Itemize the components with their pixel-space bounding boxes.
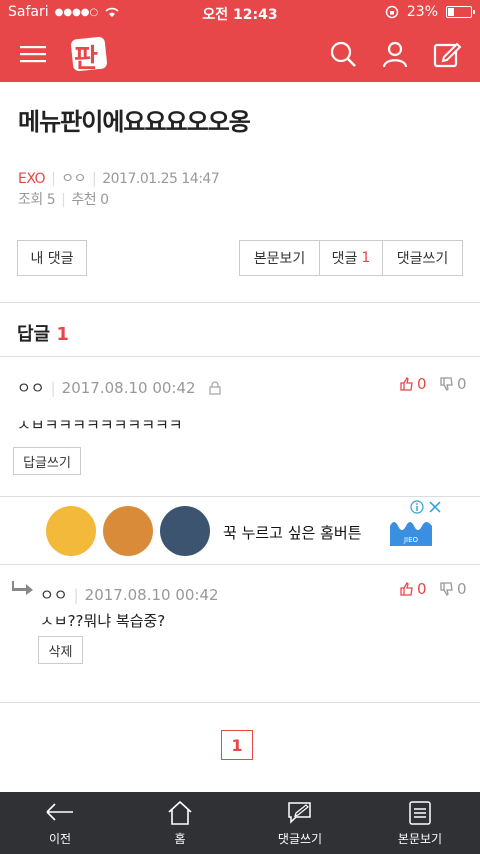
tab-home-label: 홈 bbox=[174, 832, 186, 846]
ad-brand-logo: JIEO bbox=[388, 512, 434, 552]
my-comments-label: 내 댓글 bbox=[30, 251, 74, 267]
user-icon[interactable] bbox=[380, 39, 410, 69]
my-comments-button[interactable]: 내 댓글 bbox=[17, 240, 87, 276]
recommend-count: 0 bbox=[100, 192, 109, 208]
tab-back[interactable]: 이전 bbox=[0, 792, 120, 854]
page-number-current[interactable]: 1 bbox=[221, 730, 253, 760]
downvote-button[interactable]: 0 bbox=[440, 580, 467, 598]
post-author: ㅇㅇ bbox=[61, 171, 87, 187]
delete-label: 삭제 bbox=[48, 644, 73, 660]
status-bar: Safari ●●●●○ 오전 12:43 23% bbox=[0, 0, 480, 26]
post-meta: EXO | ㅇㅇ | 2017.01.25 14:47 bbox=[18, 171, 220, 187]
comments-label: 댓글 bbox=[331, 251, 358, 267]
thumbs-up-icon bbox=[400, 377, 413, 391]
tab-home[interactable]: 홈 bbox=[120, 792, 240, 854]
ad-character-icon bbox=[160, 506, 210, 556]
replies-label: 답글 bbox=[17, 324, 51, 345]
view-post-button[interactable]: 본문보기 bbox=[239, 240, 320, 276]
comment-date: 2017.08.10 00:42 bbox=[61, 378, 196, 397]
comment-write-icon bbox=[288, 802, 311, 824]
thumbs-down-icon bbox=[440, 582, 453, 596]
thumbs-down-icon bbox=[440, 377, 453, 391]
tab-view-post-label: 본문보기 bbox=[397, 832, 443, 846]
ad-character-icon bbox=[46, 506, 96, 556]
post-category[interactable]: EXO bbox=[18, 171, 46, 187]
close-icon[interactable] bbox=[428, 500, 442, 514]
ad-banner[interactable]: 꾹 누르고 싶은 홈버튼 JIEO bbox=[36, 498, 446, 564]
top-nav-bar: 판 bbox=[0, 26, 480, 82]
battery-icon bbox=[446, 6, 475, 18]
rotation-lock-icon bbox=[385, 5, 399, 19]
comment-text: ㅅㅂ??뭐냐 복습중? bbox=[40, 612, 166, 630]
comment-meta: ㅇㅇ | 2017.08.10 00:42 bbox=[17, 377, 222, 398]
downvote-button[interactable]: 0 bbox=[440, 375, 467, 393]
write-comment-label: 댓글쓰기 bbox=[396, 251, 449, 267]
tab-view-post[interactable]: 본문보기 bbox=[360, 792, 480, 854]
post-title: 메뉴판이에요요요오오옹 bbox=[18, 108, 251, 136]
divider bbox=[0, 564, 480, 565]
divider bbox=[0, 702, 480, 703]
reply-arrow-icon bbox=[12, 581, 33, 595]
divider bbox=[0, 496, 480, 497]
comment-text: ㅅㅂㅋㅋㅋㅋㅋㅋㅋㅋㅋㅋ bbox=[17, 416, 183, 434]
ad-text: 꾹 누르고 싶은 홈버튼 bbox=[223, 524, 362, 542]
recommend-label: 추천 bbox=[71, 192, 97, 208]
hamburger-icon[interactable] bbox=[18, 39, 48, 69]
upvote-button[interactable]: 0 bbox=[400, 580, 427, 598]
write-comment-button[interactable]: 댓글쓰기 bbox=[382, 240, 463, 276]
divider bbox=[0, 302, 480, 303]
comment-author: ㅇㅇ bbox=[17, 379, 45, 397]
downvote-count: 0 bbox=[457, 580, 467, 598]
upvote-count: 0 bbox=[417, 580, 427, 598]
replies-count: 1 bbox=[56, 324, 69, 345]
bottom-tab-bar: 이전 홈 댓글쓰기 본문보기 bbox=[0, 792, 480, 854]
divider bbox=[0, 356, 480, 357]
post-date: 2017.01.25 14:47 bbox=[102, 171, 220, 187]
post-stats: 조회 5 | 추천 0 bbox=[18, 192, 109, 208]
views-label: 조회 bbox=[18, 192, 43, 208]
comments-count: 1 bbox=[361, 250, 371, 266]
logo-text: 판 bbox=[74, 44, 98, 74]
upvote-button[interactable]: 0 bbox=[400, 375, 427, 393]
replies-header: 답글 1 bbox=[17, 320, 69, 346]
delete-button[interactable]: 삭제 bbox=[38, 636, 83, 664]
reply-label: 답글쓰기 bbox=[23, 455, 71, 471]
search-icon[interactable] bbox=[328, 39, 358, 69]
back-arrow-icon bbox=[46, 803, 73, 821]
document-icon bbox=[409, 801, 431, 825]
comment-author: ㅇㅇ bbox=[40, 586, 68, 604]
reply-button[interactable]: 답글쓰기 bbox=[13, 447, 81, 475]
tab-write-comment-label: 댓글쓰기 bbox=[277, 832, 323, 846]
view-post-label: 본문보기 bbox=[253, 251, 306, 267]
comment-date: 2017.08.10 00:42 bbox=[84, 585, 219, 604]
comments-button[interactable]: 댓글 1 bbox=[319, 240, 383, 276]
downvote-count: 0 bbox=[457, 375, 467, 393]
upvote-count: 0 bbox=[417, 375, 427, 393]
thumbs-up-icon bbox=[400, 582, 413, 596]
edit-icon[interactable] bbox=[432, 39, 462, 69]
battery-percent: 23% bbox=[406, 4, 438, 20]
tab-back-label: 이전 bbox=[48, 832, 72, 846]
comment-meta: ㅇㅇ | 2017.08.10 00:42 bbox=[40, 585, 219, 605]
lock-icon bbox=[208, 380, 221, 395]
pann-logo[interactable]: 판 bbox=[70, 34, 108, 74]
tab-write-comment[interactable]: 댓글쓰기 bbox=[240, 792, 360, 854]
info-icon[interactable] bbox=[410, 500, 424, 514]
ad-character-icon bbox=[103, 506, 153, 556]
views-count: 5 bbox=[46, 192, 56, 208]
home-icon bbox=[168, 800, 192, 825]
ad-brand-text: JIEO bbox=[403, 536, 419, 544]
